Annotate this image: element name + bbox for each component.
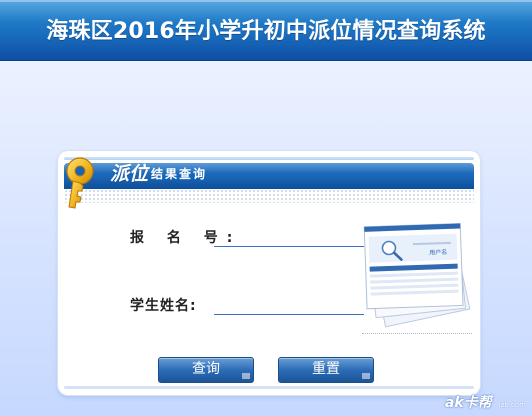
page-title: 海珠区2016年小学升初中派位情况查询系统 — [46, 19, 486, 44]
panel-bottom-border — [64, 386, 474, 389]
reset-button[interactable]: 重置 — [278, 357, 374, 383]
illustration-text: 用户名 — [429, 248, 447, 257]
watermark-domain: jzb.com — [498, 401, 526, 409]
watermark: ak卡帮 jzb.com — [445, 392, 526, 412]
watermark-logo: ak卡帮 — [444, 395, 492, 411]
student-name-label: 学生姓名: — [130, 298, 197, 314]
exam-number-input[interactable] — [214, 228, 364, 247]
documents-search-illustration: 用户名 — [363, 222, 471, 328]
query-button[interactable]: 查询 — [158, 357, 254, 383]
page-header: 海珠区2016年小学升初中派位情况查询系统 — [0, 0, 532, 61]
panel-title: 派位 — [110, 163, 149, 185]
panel-subtitle: 结果查询 — [151, 167, 208, 181]
key-icon — [66, 157, 94, 209]
student-name-input[interactable] — [214, 296, 364, 315]
query-panel: 派位 结果查询 报 名 号: 学生姓名: 用户名 查询 重置 — [58, 151, 480, 395]
panel-dotted-band — [64, 189, 474, 203]
